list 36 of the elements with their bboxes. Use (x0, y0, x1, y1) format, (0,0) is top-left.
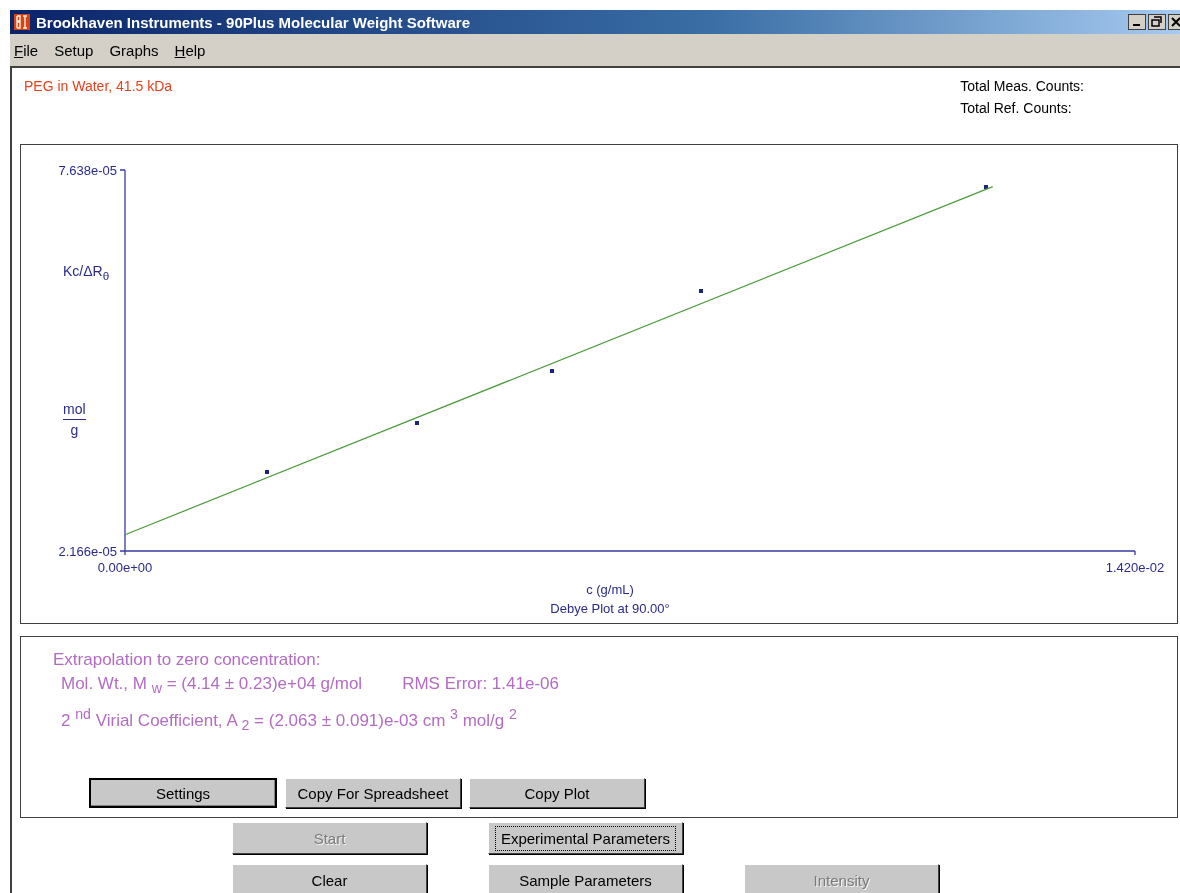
data-point (265, 470, 269, 474)
x-tick-label: 0.00e+00 (97, 560, 153, 575)
y-tick-label: 7.638e-05 (58, 162, 117, 178)
restore-icon[interactable] (1148, 14, 1166, 30)
close-icon[interactable] (1168, 14, 1180, 30)
sample-name: PEG in Water, 41.5 kDa (24, 78, 173, 96)
y-axis-label: Kc/ΔR$_{θ}$ (63, 263, 110, 282)
y-tick-label: 2.166e-05 (58, 543, 117, 559)
menu-item[interactable]: Graphs (109, 41, 159, 59)
panel-button[interactable]: Copy Plot (469, 778, 645, 809)
chart-subtitle: Debye Plot at 90.00° (550, 601, 670, 616)
count-label: Total Ref. Counts: (960, 100, 1073, 116)
virial-coefficient-text: 2 $^{nd}$ Virial Coefficient, A $_{2}$ = (2.063 ± 0.091)e-03 cm $^{3}$ mol/g $^{2}$ (61, 705, 517, 736)
data-point (550, 369, 554, 373)
x-axis-label: c (g/mL) (586, 582, 634, 597)
menu-item[interactable]: Help (174, 41, 206, 59)
unit-numerator: mol (63, 401, 86, 420)
action-button[interactable]: Clear (232, 864, 427, 893)
results-heading: Extrapolation to zero concentration: (53, 649, 322, 671)
count-label: Total Meas. Counts: (960, 78, 1084, 94)
molecular-weight-text: Mol. Wt., M $_{w}$ = (4.14 ± 0.23)e+04 g/mol (61, 673, 363, 699)
panel-button[interactable]: Settings (89, 778, 277, 809)
data-point (699, 289, 703, 293)
menu-item[interactable]: File (14, 41, 39, 59)
data-point (415, 421, 419, 425)
panel-button[interactable]: Copy For Spreadsheet (285, 778, 461, 809)
minimize-icon[interactable] (1128, 14, 1146, 30)
app-logo-icon (14, 14, 30, 30)
menu-item[interactable]: Setup (54, 41, 94, 59)
rms-error-text: RMS Error: 1.41e-06 (402, 673, 559, 695)
action-button[interactable]: Experimental Parameters (488, 822, 683, 854)
x-tick-label: 1.420e-02 (1105, 560, 1165, 575)
data-point (984, 185, 988, 189)
action-button[interactable]: Sample Parameters (488, 864, 683, 893)
unit-denominator: g (70, 421, 79, 438)
window-title: Brookhaven Instruments - 90Plus Molecular Weight Software (36, 13, 470, 31)
